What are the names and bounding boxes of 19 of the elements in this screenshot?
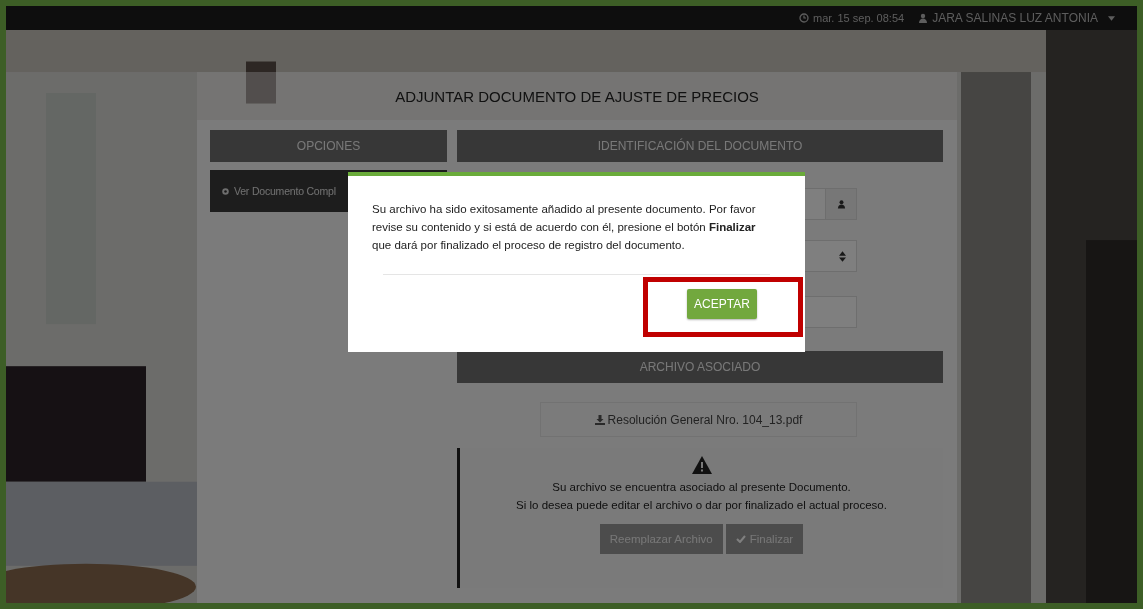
date-time: mar. 15 sep. 08:54 [813,12,905,24]
check-icon [735,535,746,543]
section-header: OPCIONES [210,130,447,162]
file-link[interactable]: Resolución General Nro. 104_13.pdf [540,402,857,437]
caret-icon[interactable] [1108,15,1115,21]
user-name[interactable]: JARA SALINAS LUZ ANTONIA [932,11,1098,25]
section-header: IDENTIFICACIÓN DEL DOCUMENTO [457,130,943,162]
sort-icon [839,251,846,262]
clock-icon [799,13,810,23]
page-title: ADJUNTAR DOCUMENTO DE AJUSTE DE PRECIOS [395,87,759,105]
section-header: ARCHIVO ASOCIADO [457,351,943,383]
user-icon [836,199,846,209]
user-icon [918,13,929,23]
download-icon [594,414,605,425]
warning-icon [691,456,712,474]
accept-button[interactable]: ACEPTAR [687,289,757,319]
notice-text: Su archivo se encuentra asociado al presente Documento. [552,480,851,495]
notice-text: Si lo desea puede editar el archivo o dar por finalizado el actual proceso. [516,498,887,513]
gear-icon [221,186,230,196]
